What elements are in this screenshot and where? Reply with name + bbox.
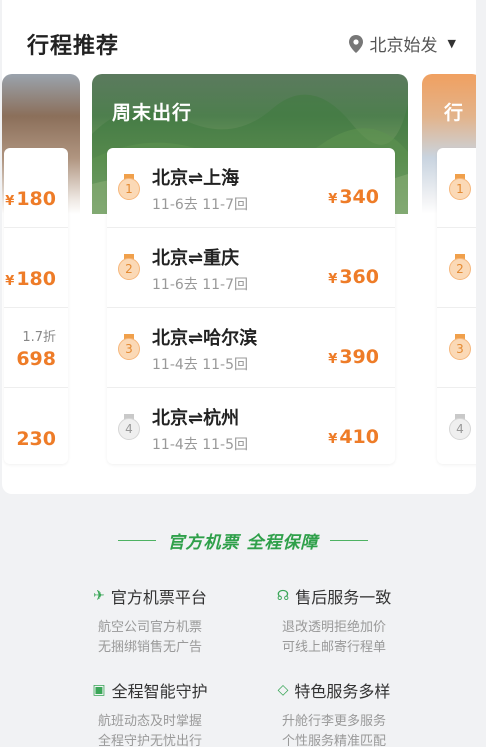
departure-city-selector[interactable]: 北京始发 ▼	[348, 31, 456, 56]
route-dates: 11-6去 11-7回	[152, 277, 248, 293]
route-row[interactable]: 3 北京⇌哈尔滨 11-4去 11-5回 ¥390	[107, 308, 395, 388]
official-guarantee-section: 官方机票 全程保障 ✈ 官方机票平台 航空公司官方机票 无捆绑销售无广告 ☊ 售后服务…	[0, 528, 486, 747]
location-pin-icon	[348, 34, 363, 53]
route-price: ¥180	[5, 268, 56, 290]
route-price: 698	[16, 348, 56, 370]
feature-after-sales: ☊ 售后服务一致 退改透明拒绝加价 可线上邮寄行程单	[254, 584, 414, 658]
route-list: 1 2 3 4	[437, 148, 476, 464]
card-title: 行	[444, 102, 464, 124]
route-row[interactable]: 1	[437, 148, 476, 228]
route-row[interactable]: 4 北京⇌杭州 11-4去 11-5回 ¥410	[107, 388, 395, 468]
headset-icon: ☊	[276, 588, 290, 604]
route-name: 北京⇌杭州	[152, 408, 240, 429]
feature-title: 售后服务一致	[295, 588, 392, 607]
feature-title: 特色服务多样	[294, 682, 391, 701]
route-list: 1 北京⇌上海 11-6去 11-7回 ¥340 2 北京⇌重庆 11-6去 1…	[107, 148, 395, 464]
discount-label: 1.7折	[22, 330, 56, 345]
section-title: 行程推荐	[27, 34, 120, 59]
feature-desc-line: 退改透明拒绝加价	[281, 620, 386, 635]
feature-desc-line: 全程守护无忧出行	[97, 734, 202, 747]
feature-desc-line: 无捆绑销售无广告	[97, 640, 202, 655]
feature-desc-line: 可线上邮寄行程单	[281, 640, 386, 655]
route-row[interactable]: ¥180	[4, 148, 68, 228]
feature-title: 全程智能守护	[111, 682, 208, 701]
rank-medal-icon: 4	[118, 414, 140, 440]
route-price: ¥390	[328, 346, 379, 368]
weekend-trip-card[interactable]: 周末出行 1 北京⇌上海 11-6去 11-7回 ¥340 2 北京⇌重庆 11…	[92, 74, 408, 472]
rank-medal-icon: 1	[118, 174, 140, 200]
route-list: ¥180 ¥180 1.7折 698 230	[4, 148, 68, 464]
chart-icon: ▣	[92, 682, 106, 698]
feature-desc-line: 个性服务精准匹配	[281, 734, 386, 747]
route-price: ¥360	[328, 266, 379, 288]
route-dates: 11-4去 11-5回	[152, 437, 248, 453]
route-row[interactable]: 1.7折 698	[4, 308, 68, 388]
rank-medal-icon: 1	[449, 174, 471, 200]
trip-recommend-panel: 行程推荐 北京始发 ▼ ¥180 ¥180 1.7折 698 230 周末出行 …	[2, 0, 476, 494]
feature-desc-line: 升舱行李更多服务	[281, 714, 386, 729]
route-name: 北京⇌上海	[152, 168, 240, 189]
route-row[interactable]: 4	[437, 388, 476, 468]
route-name: 北京⇌哈尔滨	[152, 328, 258, 349]
rank-medal-icon: 2	[449, 254, 471, 280]
feature-smart-guard: ▣ 全程智能守护 航班动态及时掌握 全程守护无忧出行	[70, 678, 230, 747]
route-row[interactable]: 3	[437, 308, 476, 388]
route-row[interactable]: 230	[4, 388, 68, 468]
feature-desc-line: 航班动态及时掌握	[97, 714, 202, 729]
feature-special-services: ◇ 特色服务多样 升舱行李更多服务 个性服务精准匹配	[254, 678, 414, 747]
feature-official-tickets: ✈ 官方机票平台 航空公司官方机票 无捆绑销售无广告	[70, 584, 230, 658]
route-name: 北京⇌重庆	[152, 248, 240, 269]
next-trip-card[interactable]: 行 1 2 3 4	[422, 74, 476, 472]
route-price: ¥180	[5, 188, 56, 210]
route-dates: 11-4去 11-5回	[152, 357, 248, 373]
rank-medal-icon: 2	[118, 254, 140, 280]
rank-medal-icon: 3	[118, 334, 140, 360]
feature-desc-line: 航空公司官方机票	[97, 620, 202, 635]
plane-icon: ✈	[93, 588, 105, 604]
trip-carousel[interactable]: ¥180 ¥180 1.7折 698 230 周末出行 1 北京⇌上海 11-6…	[2, 74, 476, 474]
route-price: ¥410	[328, 426, 379, 448]
route-dates: 11-6去 11-7回	[152, 197, 248, 213]
caret-down-icon: ▼	[447, 37, 456, 50]
route-price: 230	[16, 428, 56, 450]
guarantee-heading: 官方机票 全程保障	[0, 528, 486, 553]
rank-medal-icon: 3	[449, 334, 471, 360]
route-row[interactable]: 1 北京⇌上海 11-6去 11-7回 ¥340	[107, 148, 395, 228]
route-price: ¥340	[328, 186, 379, 208]
prev-trip-card[interactable]: ¥180 ¥180 1.7折 698 230	[2, 74, 80, 472]
diamond-icon: ◇	[277, 682, 289, 698]
departure-city-label: 北京始发	[369, 36, 438, 56]
route-row[interactable]: 2 北京⇌重庆 11-6去 11-7回 ¥360	[107, 228, 395, 308]
card-title: 周末出行	[112, 102, 193, 124]
divider	[117, 540, 156, 541]
divider	[330, 540, 369, 541]
feature-title: 官方机票平台	[110, 588, 207, 607]
rank-medal-icon: 4	[449, 414, 471, 440]
route-row[interactable]: 2	[437, 228, 476, 308]
route-row[interactable]: ¥180	[4, 228, 68, 308]
